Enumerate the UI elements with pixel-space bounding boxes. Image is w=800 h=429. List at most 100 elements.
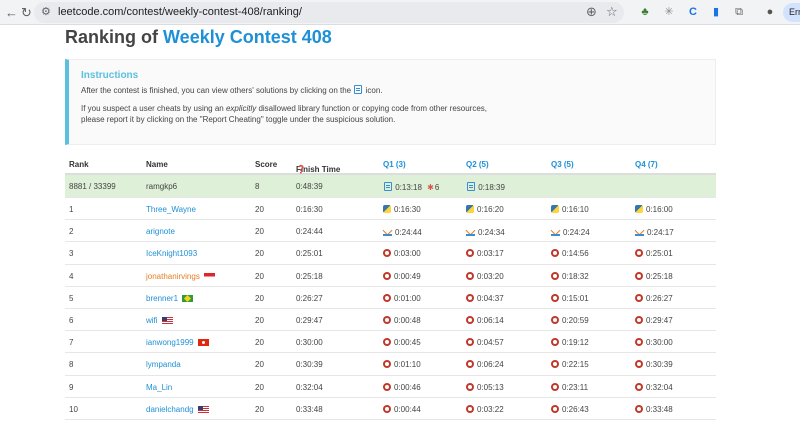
language-cpp-icon[interactable] (551, 249, 559, 258)
q4-solution-cell[interactable]: 0:26:27 (635, 293, 673, 303)
q4-solution-cell[interactable]: 0:25:18 (635, 271, 673, 281)
q4-solution-cell[interactable]: 0:30:00 (635, 338, 673, 347)
q1-solution-cell[interactable]: 0:00:49 (383, 271, 421, 281)
q2-solution-cell[interactable]: 0:03:20 (466, 271, 504, 281)
q3-solution-cell[interactable]: 0:18:32 (551, 271, 589, 281)
q1-solution-cell[interactable]: 0:00:46 (383, 382, 421, 392)
q4-solution-cell[interactable]: 0:16:00 (635, 205, 673, 214)
language-py-icon[interactable] (383, 205, 391, 213)
user-profile-link[interactable]: jonathanirvings (146, 272, 200, 281)
q3-solution-cell[interactable]: 0:16:10 (551, 205, 589, 214)
site-info-icon[interactable]: ⚙ (41, 5, 51, 18)
profile-avatar-icon[interactable]: ● (762, 4, 778, 20)
language-cpp-icon[interactable] (635, 360, 643, 369)
extensions-puzzle-icon[interactable]: ⧉ (731, 4, 747, 20)
language-cpp-icon[interactable] (551, 338, 559, 347)
language-cpp-icon[interactable] (551, 315, 559, 324)
language-cpp-icon[interactable] (551, 360, 559, 369)
language-cpp-icon[interactable] (635, 404, 643, 413)
language-cpp-icon[interactable] (635, 315, 643, 324)
language-cpp-icon[interactable] (466, 338, 474, 347)
q2-solution-cell[interactable]: 0:03:17 (466, 249, 504, 258)
q4-solution-cell[interactable]: 0:29:47 (635, 315, 673, 325)
q2-solution-cell[interactable]: 0:16:20 (466, 205, 504, 214)
address-bar[interactable]: ⚙ leetcode.com/contest/weekly-contest-40… (34, 2, 624, 23)
help-circle-icon[interactable]: ❓ (296, 165, 306, 174)
language-cpp-icon[interactable] (466, 249, 474, 258)
q3-solution-cell[interactable]: 0:15:01 (551, 293, 589, 303)
q1-solution-cell[interactable]: 0:01:10 (383, 360, 421, 369)
q2-solution-cell[interactable]: 0:05:13 (466, 382, 504, 392)
language-cpp-icon[interactable] (466, 382, 474, 391)
header-q2[interactable]: Q2 (5) (466, 160, 489, 169)
solution-document-icon[interactable] (384, 182, 392, 191)
q2-solution-cell[interactable]: 0:06:24 (466, 360, 504, 369)
q2-solution-cell[interactable]: 0:06:14 (466, 315, 504, 325)
user-profile-link[interactable]: danielchandg (146, 405, 194, 414)
language-cpp-icon[interactable] (383, 338, 391, 347)
language-cpp-icon[interactable] (383, 360, 391, 369)
language-cpp-icon[interactable] (635, 382, 643, 391)
q2-solution-cell[interactable]: 0:03:22 (466, 404, 504, 414)
language-cpp-icon[interactable] (635, 271, 643, 280)
q3-solution-cell[interactable]: 0:24:24 (551, 227, 590, 237)
q4-solution-cell[interactable]: 0:30:39 (635, 360, 673, 369)
header-q1[interactable]: Q1 (3) (383, 160, 406, 169)
my-q2-cell[interactable]: 0:18:39 (466, 182, 505, 192)
language-cpp-icon[interactable] (466, 315, 474, 324)
bookmark-star-icon[interactable]: ☆ (606, 4, 618, 20)
language-cpp-icon[interactable] (466, 293, 474, 302)
solution-document-icon[interactable] (467, 182, 475, 191)
language-cpp-icon[interactable] (635, 293, 643, 302)
my-q1-cell[interactable]: 0:13:18 ✱6 (383, 182, 439, 192)
q1-solution-cell[interactable]: 0:24:44 (383, 227, 422, 237)
q4-solution-cell[interactable]: 0:33:48 (635, 404, 673, 414)
language-rs-icon[interactable] (466, 227, 475, 237)
q1-solution-cell[interactable]: 0:00:44 (383, 404, 421, 414)
q4-solution-cell[interactable]: 0:32:04 (635, 382, 673, 392)
q2-solution-cell[interactable]: 0:24:34 (466, 227, 505, 237)
language-cpp-icon[interactable] (635, 338, 643, 347)
q3-solution-cell[interactable]: 0:22:15 (551, 360, 589, 369)
user-profile-link[interactable]: brenner1 (146, 294, 178, 303)
language-cpp-icon[interactable] (466, 360, 474, 369)
language-py-icon[interactable] (551, 205, 559, 213)
header-q3[interactable]: Q3 (5) (551, 160, 574, 169)
user-profile-link[interactable]: Ma_Lin (146, 383, 172, 392)
q2-solution-cell[interactable]: 0:04:37 (466, 293, 504, 303)
language-cpp-icon[interactable] (635, 249, 643, 258)
extension-tree-icon[interactable]: ♣ (637, 4, 653, 20)
language-cpp-icon[interactable] (551, 271, 559, 280)
q3-solution-cell[interactable]: 0:23:11 (551, 382, 588, 392)
q1-solution-cell[interactable]: 0:03:00 (383, 249, 421, 258)
extension-sparkle-icon[interactable]: ✳ (661, 4, 677, 20)
language-rs-icon[interactable] (383, 227, 392, 237)
language-cpp-icon[interactable] (383, 382, 391, 391)
user-profile-link[interactable]: Three_Wayne (146, 205, 196, 214)
contest-name-link[interactable]: Weekly Contest 408 (163, 27, 332, 47)
language-cpp-icon[interactable] (383, 249, 391, 258)
user-profile-link[interactable]: wifi (146, 316, 158, 325)
user-profile-link[interactable]: ianwong1999 (146, 338, 194, 347)
language-cpp-icon[interactable] (383, 404, 391, 413)
q1-solution-cell[interactable]: 0:16:30 (383, 205, 421, 214)
language-cpp-icon[interactable] (466, 404, 474, 413)
q3-solution-cell[interactable]: 0:20:59 (551, 315, 589, 325)
user-profile-link[interactable]: arignote (146, 227, 175, 236)
user-profile-link[interactable]: lympanda (146, 360, 181, 369)
language-rs-icon[interactable] (635, 227, 644, 237)
q1-solution-cell[interactable]: 0:00:45 (383, 338, 421, 347)
language-py-icon[interactable] (635, 205, 643, 213)
q4-solution-cell[interactable]: 0:25:01 (635, 249, 673, 258)
extension-c-icon[interactable]: C (685, 4, 701, 20)
q1-solution-cell[interactable]: 0:00:48 (383, 315, 421, 325)
language-cpp-icon[interactable] (383, 271, 391, 280)
profile-button[interactable]: Err (783, 3, 800, 22)
extension-clipboard-icon[interactable]: ▮ (708, 4, 724, 20)
language-cpp-icon[interactable] (551, 293, 559, 302)
language-cpp-icon[interactable] (466, 271, 474, 280)
user-profile-link[interactable]: IceKnight1093 (146, 249, 197, 258)
q3-solution-cell[interactable]: 0:19:12 (551, 338, 589, 347)
header-q4[interactable]: Q4 (7) (635, 160, 658, 169)
language-cpp-icon[interactable] (551, 404, 559, 413)
